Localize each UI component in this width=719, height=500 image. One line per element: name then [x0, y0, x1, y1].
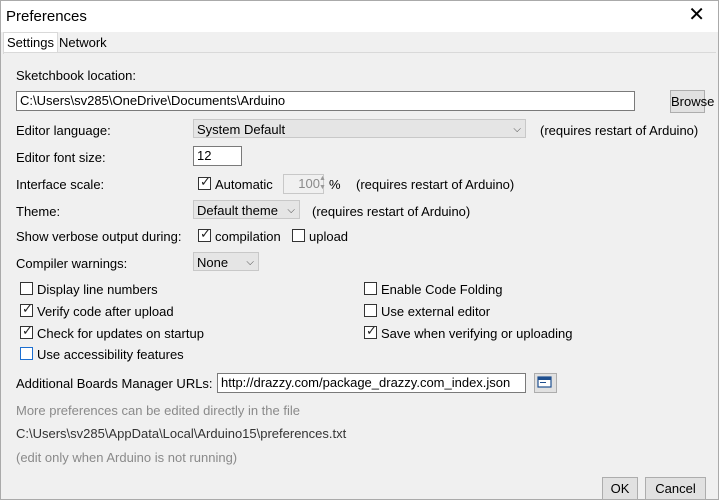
preferences-file-path: C:\Users\sv285\AppData\Local\Arduino15\p…	[16, 426, 347, 441]
external-editor-checkbox[interactable]	[364, 304, 377, 317]
chevron-down-icon: ⌵	[287, 205, 295, 216]
compilation-checkbox[interactable]: ✓	[198, 226, 211, 242]
accessibility-label: Use accessibility features	[37, 347, 184, 362]
checkmark-icon: ✓	[22, 301, 33, 316]
title-bar: Preferences ✕	[1, 1, 718, 32]
automatic-checkbox[interactable]: ✓	[198, 174, 211, 190]
browse-button[interactable]: Browse	[670, 90, 714, 113]
interface-scale-note: (requires restart of Arduino)	[356, 177, 515, 192]
more-preferences-note: More preferences can be edited directly …	[16, 403, 300, 418]
automatic-label: Automatic	[215, 177, 273, 192]
edit-only-note: (edit only when Arduino is not running)	[16, 450, 238, 465]
chevron-down-icon: ⌵	[513, 124, 521, 135]
boards-urls-label: Additional Boards Manager URLs:	[16, 376, 213, 391]
verify-after-upload-checkbox[interactable]: ✓	[20, 301, 33, 317]
window-list-icon	[537, 376, 552, 388]
editor-language-label: Editor language:	[16, 123, 111, 138]
interface-scale-label: Interface scale:	[16, 177, 105, 192]
upload-checkbox[interactable]	[292, 229, 305, 242]
settings-panel: Sketchbook location: C:\Users\sv285\OneD…	[4, 52, 716, 476]
external-editor-label: Use external editor	[381, 304, 491, 319]
font-size-input[interactable]: 12	[193, 146, 242, 166]
checkmark-icon: ✓	[200, 226, 211, 241]
check-updates-label: Check for updates on startup	[37, 326, 204, 341]
theme-value: Default theme	[197, 203, 278, 218]
boards-urls-input[interactable]: http://drazzy.com/package_drazzy.com_ind…	[217, 373, 526, 393]
chevron-down-icon: ⌵	[246, 257, 254, 268]
window-title: Preferences	[6, 8, 87, 25]
spinner-arrows-icon[interactable]: ▲ ▼	[319, 174, 328, 192]
editor-language-select[interactable]: System Default ⌵	[193, 119, 526, 138]
upload-label: upload	[309, 229, 349, 244]
compiler-warnings-value: None	[197, 255, 229, 270]
preferences-window: Preferences ✕ Settings Network Sketchboo…	[0, 0, 719, 500]
check-updates-checkbox[interactable]: ✓	[20, 323, 33, 339]
tab-bar: Settings Network	[1, 32, 718, 54]
editor-language-value: System Default	[197, 122, 286, 137]
compiler-warnings-select[interactable]: None ⌵	[193, 252, 259, 271]
tab-network[interactable]: Network	[56, 33, 110, 52]
save-when-verifying-checkbox[interactable]: ✓	[364, 323, 377, 339]
sketchbook-label: Sketchbook location:	[16, 68, 136, 83]
display-line-numbers-checkbox[interactable]	[20, 282, 33, 295]
scale-unit: %	[329, 177, 341, 192]
editor-language-note: (requires restart of Arduino)	[540, 123, 699, 138]
cancel-button[interactable]: Cancel	[645, 477, 706, 500]
theme-note: (requires restart of Arduino)	[312, 204, 471, 219]
font-size-label: Editor font size:	[16, 150, 106, 165]
tab-settings[interactable]: Settings	[3, 32, 58, 54]
checkmark-icon: ✓	[366, 323, 377, 338]
verify-after-upload-label: Verify code after upload	[37, 304, 174, 319]
display-line-numbers-label: Display line numbers	[37, 282, 158, 297]
theme-select[interactable]: Default theme ⌵	[193, 200, 300, 219]
accessibility-checkbox[interactable]	[20, 347, 33, 360]
code-folding-label: Enable Code Folding	[381, 282, 503, 297]
code-folding-checkbox[interactable]	[364, 282, 377, 295]
sketchbook-path-input[interactable]: C:\Users\sv285\OneDrive\Documents\Arduin…	[16, 91, 635, 111]
verbose-label: Show verbose output during:	[16, 229, 182, 244]
compilation-label: compilation	[215, 229, 281, 244]
scale-spinner-input[interactable]: 100	[283, 174, 324, 194]
close-icon[interactable]: ✕	[688, 4, 705, 26]
ok-button[interactable]: OK	[602, 477, 638, 500]
theme-label: Theme:	[16, 204, 61, 219]
checkmark-icon: ✓	[200, 174, 211, 189]
checkmark-icon: ✓	[22, 323, 33, 338]
save-when-verifying-label: Save when verifying or uploading	[381, 326, 573, 341]
compiler-warnings-label: Compiler warnings:	[16, 256, 128, 271]
edit-urls-button[interactable]	[534, 373, 557, 393]
